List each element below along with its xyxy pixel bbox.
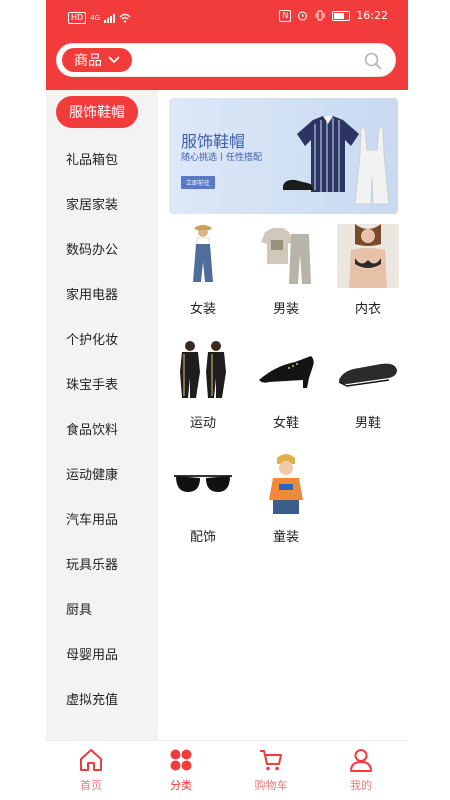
overalls-image — [354, 127, 390, 205]
status-left: HD 4G — [68, 12, 131, 24]
shoe-image — [283, 179, 313, 190]
subcategory-sportswear[interactable]: 运动 — [163, 334, 243, 442]
subcategory-label: 男装 — [272, 302, 299, 317]
header: HD 4G N 16:22 商品 — [46, 0, 408, 90]
hd-badge: HD — [68, 12, 87, 24]
nfc-icon: N — [279, 9, 292, 22]
sidebar-item-toys-instruments[interactable]: 玩具乐器 — [46, 547, 158, 579]
sidebar-item-jewelry-watches[interactable]: 珠宝手表 — [46, 367, 158, 399]
app-screen: HD 4G N 16:22 商品 服饰鞋帽 礼品箱包 家居家装 数码办公 家用电… — [46, 0, 408, 800]
category-content: 服饰鞋帽 随心挑选丨任性搭配 立即前往 女装 男装 内衣 运动 女鞋 男鞋 配饰… — [158, 90, 408, 740]
sportswear-icon — [180, 341, 226, 398]
home-icon — [80, 749, 102, 771]
sidebar-item-food-drinks[interactable]: 食品饮料 — [46, 412, 158, 444]
network-label: 4G — [90, 14, 101, 22]
banner-button[interactable]: 立即前往 — [181, 176, 216, 189]
subcategory-women-shoes[interactable]: 女鞋 — [246, 334, 326, 442]
tab-category[interactable]: 分类 — [136, 747, 226, 797]
tab-cart[interactable]: 购物车 — [226, 747, 316, 797]
men-shoes-icon — [338, 363, 397, 387]
category-sidebar: 服饰鞋帽 礼品箱包 家居家装 数码办公 家用电器 个护化妆 珠宝手表 食品饮料 … — [46, 90, 158, 740]
category-banner[interactable]: 服饰鞋帽 随心挑选丨任性搭配 立即前往 — [169, 98, 398, 214]
subcategory-accessories[interactable]: 配饰 — [163, 448, 243, 556]
tab-label: 购物车 — [254, 779, 288, 792]
sidebar-item-personal-care[interactable]: 个护化妆 — [46, 322, 158, 354]
sidebar-item-digital-office[interactable]: 数码办公 — [46, 232, 158, 264]
subcategory-label: 童装 — [272, 530, 299, 545]
wifi-icon — [119, 13, 131, 23]
banner-title: 服饰鞋帽 — [181, 132, 246, 151]
subcategory-underwear[interactable]: 内衣 — [328, 220, 408, 328]
search-icon[interactable] — [363, 51, 383, 71]
subcategory-label: 配饰 — [189, 530, 216, 545]
subcategory-kids-clothing[interactable]: 童装 — [246, 448, 326, 556]
search-bar[interactable]: 商品 — [56, 43, 396, 77]
sidebar-item-kitchenware[interactable]: 厨具 — [46, 592, 158, 624]
tab-label: 我的 — [350, 779, 372, 792]
sunglasses-icon — [174, 475, 232, 492]
sidebar-item-mother-baby[interactable]: 母婴用品 — [46, 637, 158, 669]
subcategory-women-clothing[interactable]: 女装 — [163, 220, 243, 328]
search-category-select[interactable]: 商品 — [62, 48, 132, 72]
tab-label: 首页 — [80, 779, 102, 792]
subcategory-label: 内衣 — [354, 302, 381, 317]
bottom-tab-bar: 首页 分类 购物车 我的 — [46, 740, 408, 800]
vibrate-icon — [315, 10, 325, 21]
men-clothing-icon — [261, 228, 311, 284]
women-clothing-icon — [193, 225, 213, 282]
subcategory-label: 男鞋 — [354, 416, 381, 431]
tab-label: 分类 — [170, 779, 192, 792]
sidebar-item-clothing[interactable]: 服饰鞋帽 — [56, 96, 138, 128]
subcategory-men-clothing[interactable]: 男装 — [246, 220, 326, 328]
search-category-label: 商品 — [74, 53, 102, 69]
category-icon — [170, 749, 192, 771]
sidebar-item-gifts-bags[interactable]: 礼品箱包 — [46, 142, 158, 174]
chevron-down-icon — [108, 56, 120, 64]
status-right: N 16:22 — [279, 9, 388, 22]
sidebar-item-home[interactable]: 家居家装 — [46, 187, 158, 219]
tab-profile[interactable]: 我的 — [316, 747, 406, 797]
sidebar-item-appliances[interactable]: 家用电器 — [46, 277, 158, 309]
sidebar-item-auto[interactable]: 汽车用品 — [46, 502, 158, 534]
sidebar-item-virtual-topup[interactable]: 虚拟充值 — [46, 682, 158, 714]
battery-icon — [332, 10, 351, 21]
subcategory-label: 女装 — [189, 302, 216, 317]
status-bar: HD 4G N 16:22 — [46, 6, 408, 30]
alarm-icon — [298, 11, 308, 21]
user-icon — [350, 749, 372, 772]
women-shoes-icon — [259, 356, 314, 388]
subcategory-label: 女鞋 — [272, 416, 299, 431]
sidebar-item-sports-health[interactable]: 运动健康 — [46, 457, 158, 489]
subcategory-men-shoes[interactable]: 男鞋 — [328, 334, 408, 442]
signal-icon — [104, 13, 116, 23]
underwear-icon — [337, 224, 399, 288]
tab-home[interactable]: 首页 — [46, 747, 136, 797]
status-time: 16:22 — [356, 9, 388, 22]
subcategory-label: 运动 — [189, 416, 216, 431]
cart-icon — [260, 750, 282, 771]
banner-subtitle: 随心挑选丨任性搭配 — [181, 153, 263, 163]
kids-clothing-icon — [269, 454, 303, 514]
